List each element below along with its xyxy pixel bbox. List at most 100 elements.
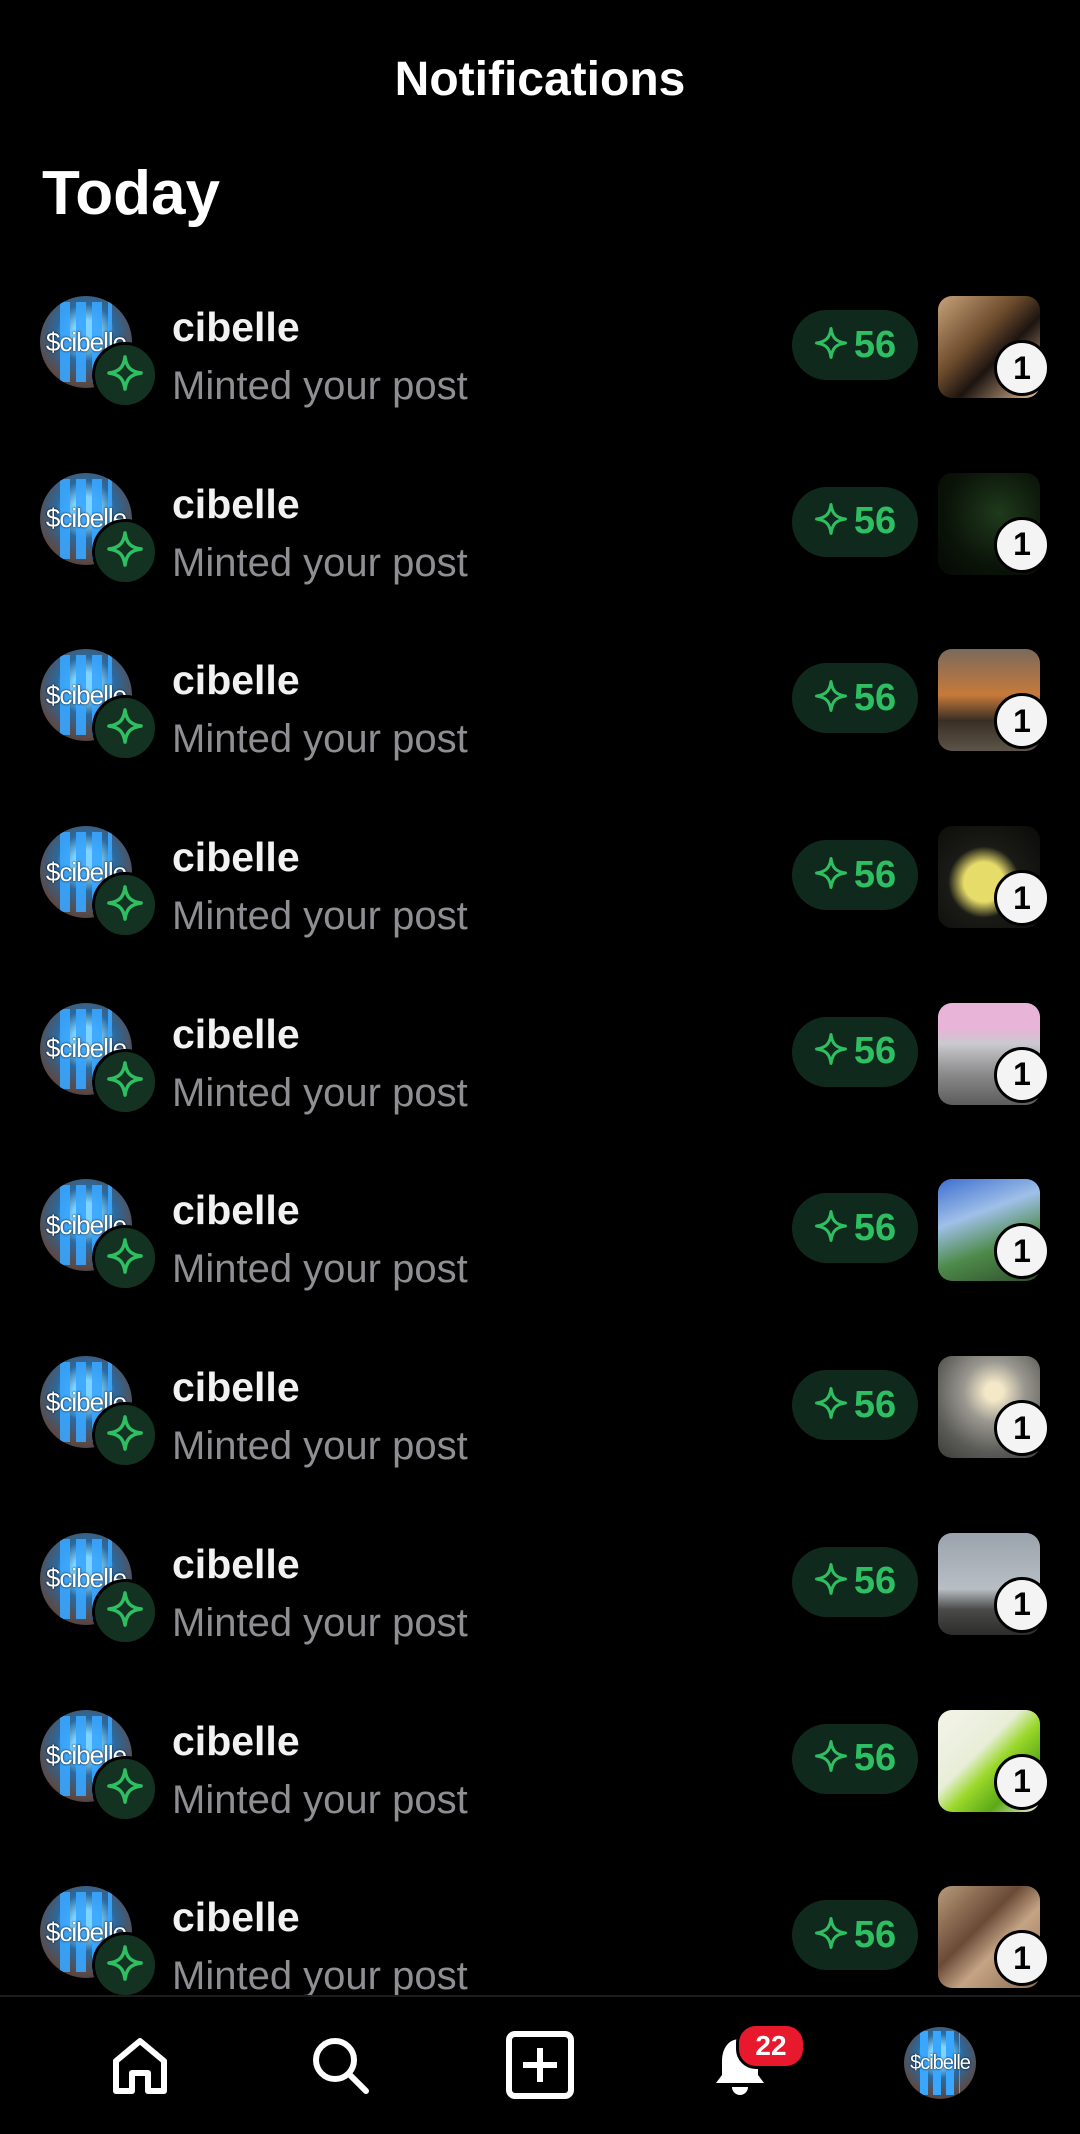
notification-action: Minted your post bbox=[172, 364, 468, 408]
mint-count: 56 bbox=[853, 500, 897, 543]
notification-action: Minted your post bbox=[172, 1954, 468, 1995]
nav-create[interactable] bbox=[500, 2025, 580, 2105]
notification-username[interactable]: cibelle bbox=[172, 1541, 300, 1588]
sparkle-icon bbox=[106, 1414, 144, 1457]
sparkle-icon bbox=[106, 1237, 144, 1280]
post-count-badge: 1 bbox=[994, 340, 1050, 396]
sparkle-icon bbox=[814, 1032, 848, 1071]
mint-badge bbox=[92, 1225, 158, 1292]
mint-badge bbox=[92, 872, 158, 939]
notification-row[interactable]: $cibelle cibelle Minted your post 56 1 bbox=[0, 989, 1080, 1166]
mint-count-pill[interactable]: 56 bbox=[792, 310, 918, 380]
post-count-badge: 1 bbox=[994, 1576, 1050, 1633]
post-count-badge: 1 bbox=[994, 516, 1050, 573]
notification-action: Minted your post bbox=[172, 1777, 468, 1822]
mint-count: 56 bbox=[853, 1206, 897, 1249]
post-count-badge: 1 bbox=[994, 870, 1050, 927]
mint-count: 56 bbox=[853, 1913, 897, 1956]
post-count-badge: 1 bbox=[994, 1223, 1050, 1280]
sparkle-icon bbox=[106, 707, 144, 750]
mint-count: 56 bbox=[853, 1030, 897, 1073]
sparkle-icon bbox=[814, 1916, 848, 1955]
mint-badge bbox=[92, 1755, 158, 1822]
notifications-list: $cibelle cibelle Minted your post 56 1 $… bbox=[0, 282, 1080, 1995]
mint-count-pill[interactable]: 56 bbox=[792, 840, 918, 911]
notification-row[interactable]: $cibelle cibelle Minted your post 56 1 bbox=[0, 282, 1080, 459]
add-post-icon bbox=[506, 2031, 574, 2099]
notification-row[interactable]: $cibelle cibelle Minted your post 56 1 bbox=[0, 1342, 1080, 1519]
sparkle-icon bbox=[106, 884, 144, 927]
notification-action: Minted your post bbox=[172, 717, 468, 762]
mint-count-pill[interactable]: 56 bbox=[792, 1016, 918, 1087]
search-icon bbox=[313, 2038, 369, 2094]
notification-username[interactable]: cibelle bbox=[172, 1011, 300, 1058]
notification-username[interactable]: cibelle bbox=[172, 1364, 300, 1411]
sparkle-icon bbox=[814, 1739, 848, 1778]
mint-count: 56 bbox=[853, 1560, 897, 1603]
notification-row[interactable]: $cibelle cibelle Minted your post 56 1 bbox=[0, 459, 1080, 636]
notification-count-badge: 22 bbox=[736, 2023, 806, 2069]
notification-username[interactable]: cibelle bbox=[172, 1187, 300, 1234]
mint-badge bbox=[92, 342, 158, 408]
nav-home[interactable] bbox=[100, 2025, 180, 2105]
mint-count-pill[interactable]: 56 bbox=[792, 663, 918, 734]
post-count-badge: 1 bbox=[994, 1400, 1050, 1457]
mint-count: 56 bbox=[853, 676, 897, 719]
notification-action: Minted your post bbox=[172, 1070, 468, 1115]
notification-action: Minted your post bbox=[172, 1424, 468, 1469]
post-count-badge: 1 bbox=[994, 1930, 1050, 1987]
mint-badge bbox=[92, 1048, 158, 1115]
mint-badge bbox=[92, 518, 158, 585]
notification-row[interactable]: $cibelle cibelle Minted your post 56 1 bbox=[0, 1519, 1080, 1696]
mint-count-pill[interactable]: 56 bbox=[792, 486, 918, 557]
sparkle-icon bbox=[106, 354, 144, 397]
post-count-badge: 1 bbox=[994, 1046, 1050, 1103]
mint-count: 56 bbox=[853, 1737, 897, 1779]
sparkle-icon bbox=[106, 530, 144, 573]
sparkle-icon bbox=[814, 1562, 848, 1601]
home-icon bbox=[113, 2038, 167, 2094]
notification-username[interactable]: cibelle bbox=[172, 1894, 300, 1941]
sparkle-icon bbox=[814, 679, 848, 718]
section-title-today: Today bbox=[42, 159, 220, 228]
mint-badge bbox=[92, 1578, 158, 1645]
sparkle-icon bbox=[814, 502, 848, 541]
mint-count: 56 bbox=[853, 323, 897, 366]
sparkle-icon bbox=[106, 1590, 144, 1633]
mint-count-pill[interactable]: 56 bbox=[792, 1900, 918, 1971]
mint-count-pill[interactable]: 56 bbox=[792, 1723, 918, 1794]
sparkle-icon bbox=[814, 1386, 848, 1425]
notification-username[interactable]: cibelle bbox=[172, 834, 300, 881]
notification-username[interactable]: cibelle bbox=[172, 304, 300, 351]
mint-count-pill[interactable]: 56 bbox=[792, 1370, 918, 1441]
mint-count-pill[interactable]: 56 bbox=[792, 1546, 918, 1617]
nav-profile-avatar[interactable]: $cibelle bbox=[904, 2027, 976, 2099]
mint-badge bbox=[92, 695, 158, 762]
mint-count-pill[interactable]: 56 bbox=[792, 1193, 918, 1264]
page-title: Notifications bbox=[394, 52, 686, 106]
notification-username[interactable]: cibelle bbox=[172, 481, 300, 528]
profile-avatar-text: $cibelle bbox=[910, 2051, 971, 2074]
notification-action: Minted your post bbox=[172, 540, 468, 585]
notification-row[interactable]: $cibelle cibelle Minted your post 56 1 bbox=[0, 1872, 1080, 1995]
notification-action: Minted your post bbox=[172, 1600, 468, 1645]
mint-badge bbox=[92, 1402, 158, 1469]
notification-row[interactable]: $cibelle cibelle Minted your post 56 1 bbox=[0, 635, 1080, 812]
mint-count: 56 bbox=[853, 1383, 897, 1426]
sparkle-icon bbox=[814, 326, 848, 365]
sparkle-icon bbox=[106, 1767, 144, 1810]
notification-row[interactable]: $cibelle cibelle Minted your post 56 1 bbox=[0, 812, 1080, 989]
nav-search[interactable] bbox=[300, 2025, 380, 2105]
bottom-navigation: 22 $cibelle bbox=[0, 1995, 1080, 2134]
sparkle-icon bbox=[814, 1209, 848, 1248]
notification-row[interactable]: $cibelle cibelle Minted your post 56 1 bbox=[0, 1165, 1080, 1342]
notification-row[interactable]: $cibelle cibelle Minted your post 56 1 bbox=[0, 1696, 1080, 1873]
notification-username[interactable]: cibelle bbox=[172, 657, 300, 704]
sparkle-icon bbox=[106, 1060, 144, 1103]
notification-username[interactable]: cibelle bbox=[172, 1718, 300, 1765]
notification-action: Minted your post bbox=[172, 1247, 468, 1292]
mint-badge bbox=[92, 1932, 158, 1995]
sparkle-icon bbox=[814, 856, 848, 895]
mint-count: 56 bbox=[853, 853, 897, 896]
sparkle-icon bbox=[106, 1944, 144, 1987]
